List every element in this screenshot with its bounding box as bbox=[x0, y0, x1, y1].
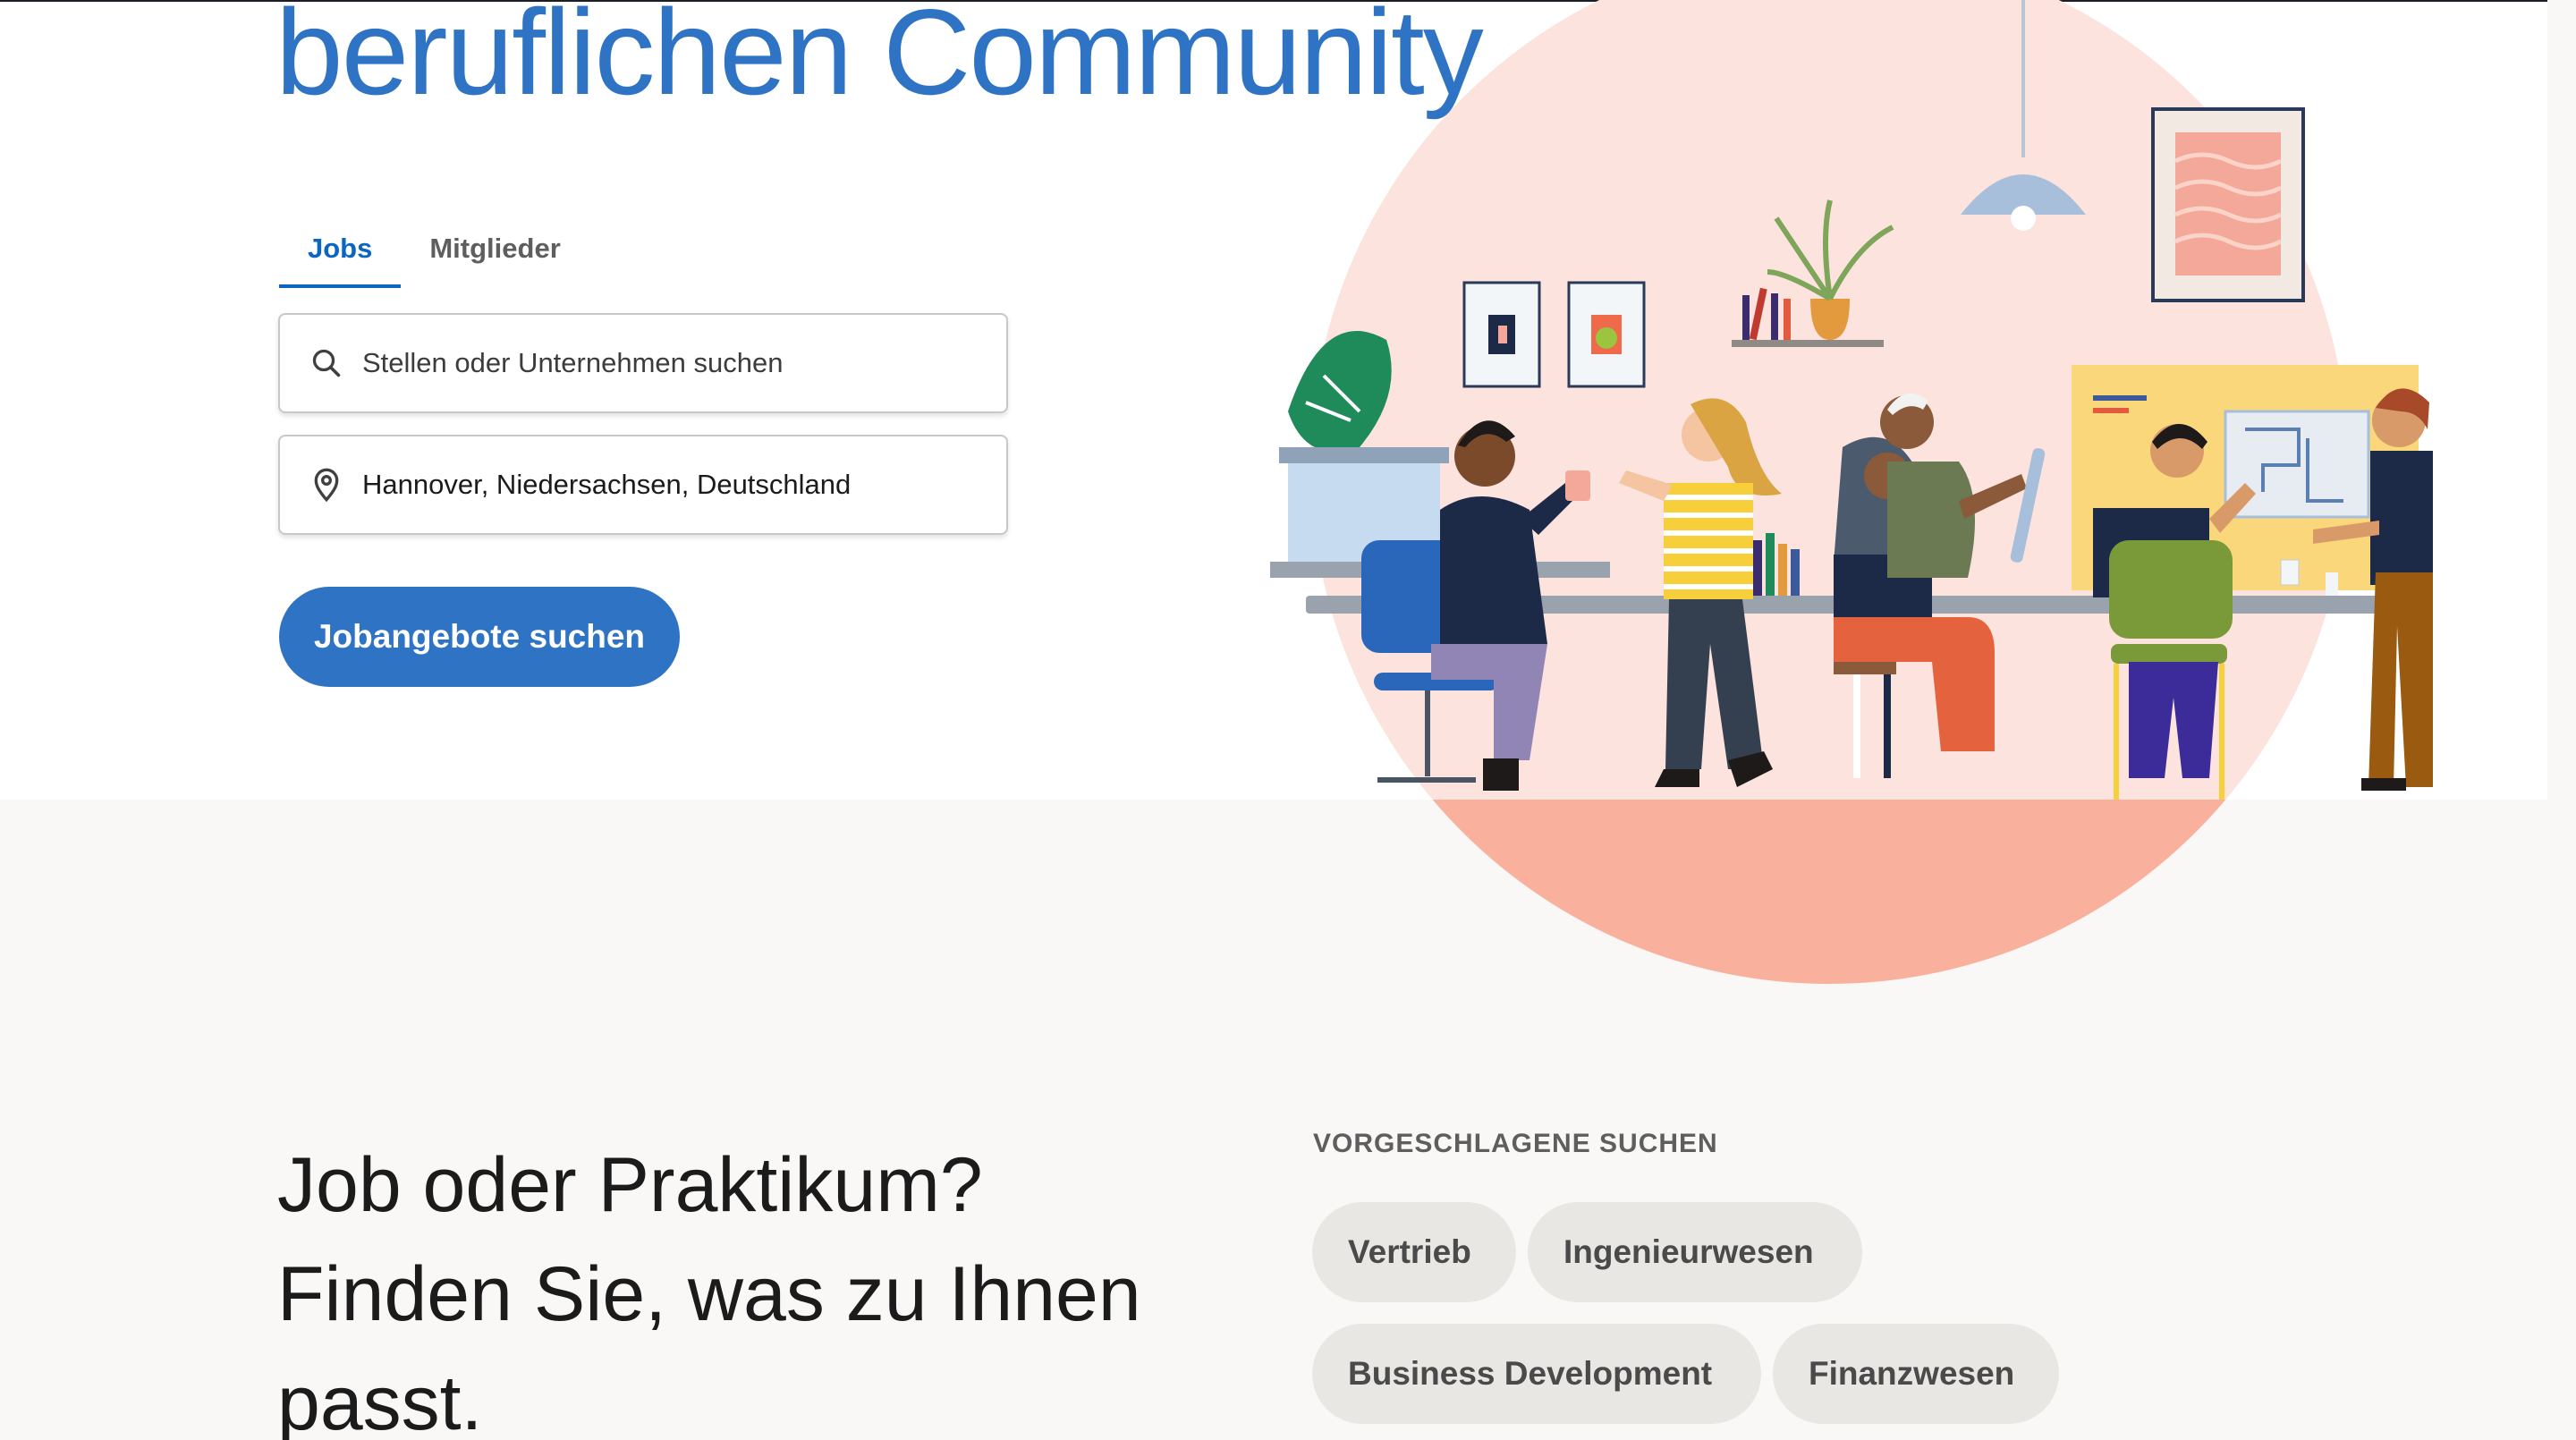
suggested-pill-ingenieurwesen[interactable]: Ingenieurwesen bbox=[1528, 1202, 1862, 1302]
hero-headline: beruflichen Community bbox=[275, 0, 1484, 120]
suggested-pill-business-development[interactable]: Business Development bbox=[1312, 1324, 1761, 1424]
section-title-line3: passt. bbox=[277, 1360, 483, 1440]
search-jobs-button[interactable]: Jobangebote suchen bbox=[279, 587, 680, 687]
suggested-searches-label: VORGESCHLAGENE SUCHEN bbox=[1313, 1129, 1718, 1158]
page: beruflichen Community Jobs Mitglieder St… bbox=[0, 0, 2576, 1440]
tab-members[interactable]: Mitglieder bbox=[401, 222, 589, 288]
keyword-search-placeholder: Stellen oder Unternehmen suchen bbox=[362, 347, 784, 378]
section-title-line1: Job oder Praktikum? bbox=[277, 1142, 983, 1228]
suggested-pill-finanzwesen[interactable]: Finanzwesen bbox=[1773, 1324, 2059, 1424]
search-tabs: Jobs Mitglieder bbox=[279, 222, 589, 288]
section-title: Job oder Praktikum? Finden Sie, was zu I… bbox=[277, 1131, 1261, 1440]
location-pin-icon bbox=[309, 467, 344, 503]
tab-jobs[interactable]: Jobs bbox=[279, 222, 402, 288]
location-search-value: Hannover, Niedersachsen, Deutschland bbox=[362, 469, 852, 500]
location-search-input[interactable]: Hannover, Niedersachsen, Deutschland bbox=[278, 435, 1008, 535]
hero-illustration bbox=[1270, 0, 2433, 984]
keyword-search-input[interactable]: Stellen oder Unternehmen suchen bbox=[278, 313, 1008, 413]
suggested-pill-vertrieb[interactable]: Vertrieb bbox=[1312, 1202, 1516, 1302]
section-title-line2: Finden Sie, was zu Ihnen bbox=[277, 1251, 1141, 1337]
search-icon bbox=[309, 345, 344, 381]
